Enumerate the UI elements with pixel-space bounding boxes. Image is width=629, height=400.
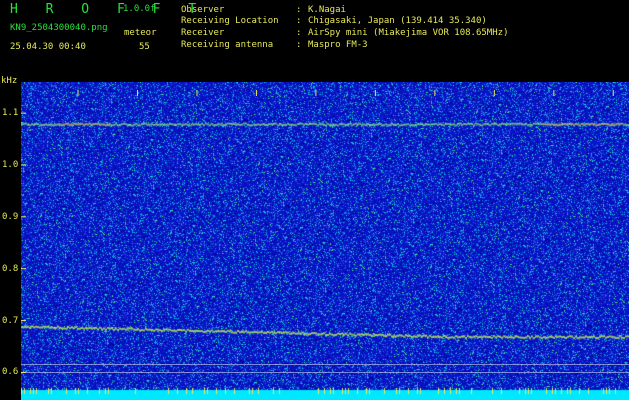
mode-label: meteor xyxy=(124,28,157,38)
y-tick-label: 1.0 xyxy=(2,159,19,170)
observer-value: K.Nagai xyxy=(308,5,346,15)
location-value: Chigasaki, Japan (139.414 35.340) xyxy=(308,16,487,26)
spectrogram-overlay xyxy=(21,90,629,373)
count-label: 55 xyxy=(139,42,150,52)
y-tick-label: 1.1 xyxy=(2,108,19,119)
location-label: Receiving Location xyxy=(181,16,279,26)
observer-label: Observer xyxy=(181,5,225,15)
antenna-sep: : xyxy=(296,40,302,50)
y-tick-label: 0.9 xyxy=(2,211,19,222)
y-axis-title: kHz xyxy=(1,76,18,86)
y-tick-label: 0.7 xyxy=(2,315,19,326)
receiver-label: Receiver xyxy=(181,28,225,38)
antenna-value: Maspro FM-3 xyxy=(308,40,368,50)
observer-sep: : xyxy=(296,5,302,15)
y-tick-label: 0.8 xyxy=(2,263,19,274)
y-tick-label: 0.6 xyxy=(2,367,19,378)
header-panel: H R O F F T 1.0.0f KN9_2504300040.png me… xyxy=(0,0,629,78)
antenna-label: Receiving antenna xyxy=(181,40,274,50)
receiver-value: AirSpy mini (Miakejima VOR 108.65MHz) xyxy=(308,28,509,38)
receiver-sep: : xyxy=(296,28,302,38)
version-label: 1.0.0f xyxy=(123,4,156,14)
datetime-label: 25.04.30 00:40 xyxy=(10,42,86,52)
filename-label: KN9_2504300040.png xyxy=(10,23,108,33)
location-sep: : xyxy=(296,16,302,26)
app-name: H R O F F T xyxy=(10,2,207,17)
